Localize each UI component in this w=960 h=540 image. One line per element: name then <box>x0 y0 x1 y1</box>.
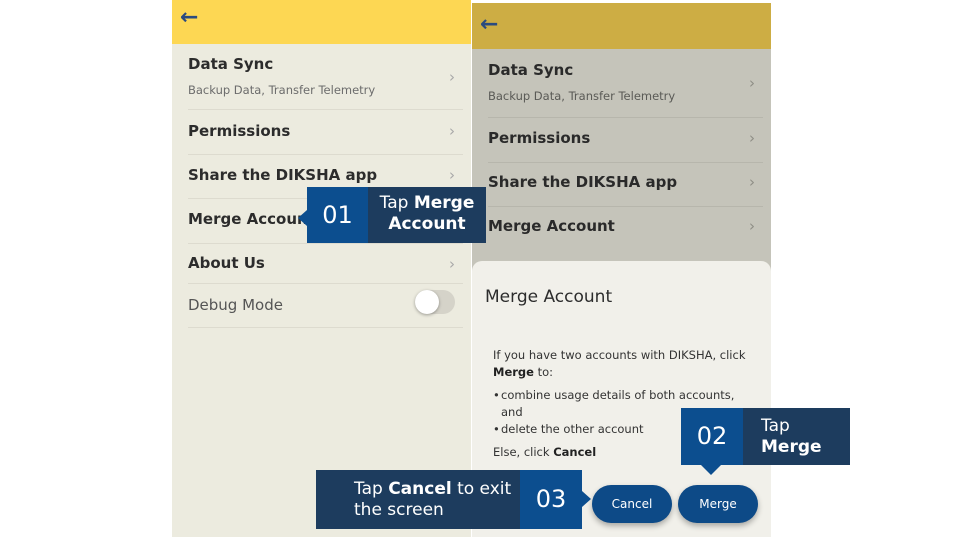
menu-item-permissions[interactable]: Permissions › <box>188 110 463 155</box>
callout-03-prefix: Tap <box>354 479 389 499</box>
callout-01-prefix: Tap <box>379 193 414 213</box>
dialog-intro-text: If you have two accounts with DIKSHA, cl… <box>493 348 746 362</box>
app-header: ← <box>472 3 771 49</box>
menu-item-title: Permissions <box>488 129 591 147</box>
menu-item-debug-mode: Debug Mode <box>188 284 463 328</box>
menu-item-about-us[interactable]: About Us › <box>188 244 463 284</box>
chevron-right-icon: › <box>449 68 455 86</box>
merge-button[interactable]: Merge <box>678 485 758 523</box>
menu-item-title: Share the DIKSHA app <box>488 173 678 191</box>
callout-02-number: 02 <box>681 408 743 465</box>
chevron-right-icon: › <box>749 173 755 191</box>
menu-item-title: Debug Mode <box>188 296 283 314</box>
menu-item-share-app: Share the DIKSHA app › <box>488 163 763 207</box>
callout-03-text: Tap Cancel to exit the screen <box>316 470 520 529</box>
callout-03-bold: Cancel <box>388 479 452 499</box>
menu-item-title: Merge Account <box>488 217 615 235</box>
callout-02-bold: Merge <box>761 437 822 457</box>
chevron-right-icon: › <box>749 217 755 235</box>
chevron-right-icon: › <box>449 166 455 184</box>
menu-item-title: Permissions <box>188 122 291 140</box>
menu-item-subtitle: Backup Data, Transfer Telemetry <box>488 89 676 103</box>
menu-item-title: Data Sync <box>488 61 574 79</box>
callout-02-prefix: Tap <box>761 416 790 436</box>
callout-02-pointer <box>701 465 721 475</box>
callout-01-text: Tap Merge Account <box>368 187 486 243</box>
callout-02-text: Tap Merge <box>743 408 850 465</box>
debug-mode-toggle[interactable] <box>415 290 455 314</box>
menu-item-merge-account: Merge Account › <box>488 207 763 251</box>
dialog-title: Merge Account <box>485 287 613 307</box>
menu-item-title: Merge Account <box>188 210 315 228</box>
dialog-intro-bold: Merge <box>493 365 534 379</box>
dialog-else-text: Else, click <box>493 445 554 459</box>
menu-item-subtitle: Backup Data, Transfer Telemetry <box>188 83 376 97</box>
menu-item-permissions: Permissions › <box>488 118 763 163</box>
callout-03-number: 03 <box>520 470 582 529</box>
callout-01-number: 01 <box>307 187 368 243</box>
chevron-right-icon: › <box>749 129 755 147</box>
app-header: ← <box>172 0 471 44</box>
chevron-right-icon: › <box>449 122 455 140</box>
back-arrow-icon[interactable]: ← <box>180 6 198 30</box>
menu-item-data-sync: Data Sync Backup Data, Transfer Telemetr… <box>488 50 763 118</box>
cancel-button[interactable]: Cancel <box>592 485 672 523</box>
dialog-intro-suffix: to: <box>533 365 554 379</box>
callout-03-pointer <box>582 491 591 507</box>
menu-item-title: About Us <box>188 254 265 272</box>
chevron-right-icon: › <box>749 74 755 92</box>
menu-item-title: Data Sync <box>188 55 274 73</box>
dialog-else-bold: Cancel <box>553 445 597 459</box>
toggle-knob <box>415 290 439 314</box>
callout-01-pointer <box>298 210 307 226</box>
menu-item-title: Share the DIKSHA app <box>188 166 378 184</box>
menu-item-data-sync[interactable]: Data Sync Backup Data, Transfer Telemetr… <box>188 44 463 110</box>
chevron-right-icon: › <box>449 255 455 273</box>
back-arrow-icon[interactable]: ← <box>480 13 498 37</box>
settings-screen: ← Data Sync Backup Data, Transfer Teleme… <box>172 0 471 537</box>
